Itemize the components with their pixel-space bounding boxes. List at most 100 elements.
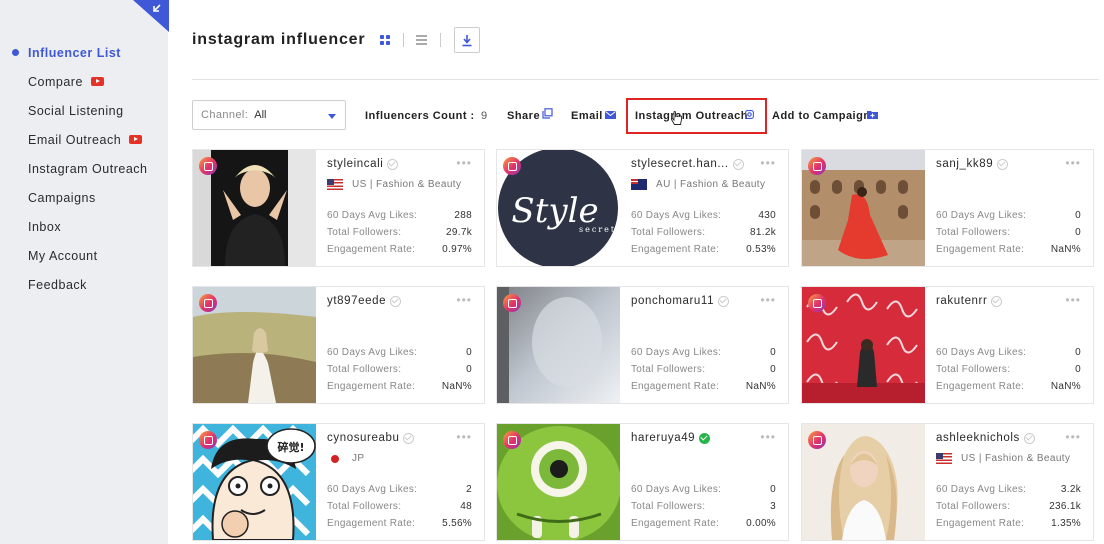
avg-likes-row: 60 Days Avg Likes: 288	[327, 210, 472, 221]
grid-view-icon[interactable]	[380, 35, 390, 45]
engagement-value: 5.56%	[442, 518, 472, 529]
influencer-card[interactable]: ponchomaru11 ••• 60 Days Avg Likes: 0 Total …	[496, 286, 789, 404]
verified-check-icon	[991, 295, 1003, 307]
sidebar-item-label: Inbox	[28, 219, 62, 234]
instagram-icon[interactable]	[745, 110, 754, 119]
flag-au-icon	[631, 179, 647, 190]
more-options-icon[interactable]: •••	[456, 156, 472, 170]
email-button[interactable]: Email	[571, 110, 603, 122]
engagement-row: Engagement Rate: 1.35%	[936, 518, 1081, 529]
sidebar-item-instagram-outreach[interactable]: Instagram Outreach	[0, 154, 168, 183]
followers-label: Total Followers:	[631, 501, 706, 512]
channel-select[interactable]: Channel: All	[192, 100, 346, 130]
influencer-card[interactable]: hareruya49 ••• 60 Days Avg Likes: 0 Total Fo…	[496, 423, 789, 541]
influencer-name[interactable]: cynosureabu	[327, 432, 399, 444]
influencer-name-row: styleincali	[327, 158, 399, 170]
sidebar-item-inbox[interactable]: Inbox	[0, 212, 168, 241]
engagement-row: Engagement Rate: NaN%	[327, 381, 472, 392]
engagement-row: Engagement Rate: NaN%	[631, 381, 776, 392]
influencer-location: AU | Fashion & Beauty	[631, 179, 765, 190]
instagram-badge-icon	[808, 294, 826, 312]
influencer-name[interactable]: ponchomaru11	[631, 295, 714, 307]
sidebar-item-label: Influencer List	[28, 45, 121, 60]
instagram-badge-icon	[199, 294, 217, 312]
influencer-name[interactable]: ashleeknichols	[936, 432, 1020, 444]
influencer-card[interactable]: rakutenrr ••• 60 Days Avg Likes: 0 Total Fol…	[801, 286, 1094, 404]
flag-us-icon	[936, 453, 952, 464]
list-view-icon[interactable]	[416, 35, 427, 45]
influencer-card[interactable]: ashleeknichols ••• US | Fashion & Beauty 60…	[801, 423, 1094, 541]
sidebar-item-my-account[interactable]: My Account	[0, 241, 168, 270]
influencer-name[interactable]: rakutenrr	[936, 295, 987, 307]
influencer-name[interactable]: sanj_kk89	[936, 158, 993, 170]
location-text: US | Fashion & Beauty	[352, 179, 462, 190]
engagement-label: Engagement Rate:	[327, 244, 416, 255]
collapse-arrow-icon[interactable]	[133, 0, 169, 32]
sidebar: Influencer List Compare Social Listening…	[0, 0, 169, 544]
influencer-name-row: rakutenrr	[936, 295, 1003, 307]
more-options-icon[interactable]: •••	[456, 293, 472, 307]
engagement-row: Engagement Rate: 0.53%	[631, 244, 776, 255]
followers-row: Total Followers: 48	[327, 501, 472, 512]
verified-check-icon	[1023, 432, 1035, 444]
copy-icon[interactable]	[542, 108, 553, 119]
engagement-label: Engagement Rate:	[936, 518, 1025, 529]
verified-check-icon	[403, 432, 415, 444]
instagram-outreach-button[interactable]: Instagram Outreach	[635, 110, 748, 122]
influencer-name[interactable]: styleincali	[327, 158, 383, 170]
influencer-name[interactable]: hareruya49	[631, 432, 695, 444]
more-options-icon[interactable]: •••	[760, 430, 776, 444]
engagement-value: 0.00%	[746, 518, 776, 529]
channel-label: Channel:	[201, 109, 249, 121]
sidebar-item-email-outreach[interactable]: Email Outreach	[0, 125, 168, 154]
more-options-icon[interactable]: •••	[456, 430, 472, 444]
verified-check-icon	[387, 158, 399, 170]
influencer-card[interactable]: sanj_kk89 ••• 60 Days Avg Likes: 0 Total Fol…	[801, 149, 1094, 267]
followers-value: 0	[1075, 227, 1081, 238]
avg-likes-value: 0	[1075, 347, 1081, 358]
sidebar-item-social-listening[interactable]: Social Listening	[0, 96, 168, 125]
engagement-value: NaN%	[745, 381, 776, 392]
followers-value: 0	[770, 364, 776, 375]
folder-plus-icon[interactable]	[867, 110, 878, 119]
download-button[interactable]	[454, 27, 480, 53]
sidebar-item-feedback[interactable]: Feedback	[0, 270, 168, 299]
influencer-card[interactable]: Style secret stylesecret.han... ••• AU | Fas…	[496, 149, 789, 267]
influencer-name-row: ponchomaru11	[631, 295, 730, 307]
sidebar-item-influencer-list[interactable]: Influencer List	[0, 38, 168, 67]
more-options-icon[interactable]: •••	[760, 156, 776, 170]
sidebar-item-label: Campaigns	[28, 190, 96, 205]
avg-likes-value: 0	[1075, 210, 1081, 221]
followers-label: Total Followers:	[936, 364, 1011, 375]
influencer-card[interactable]: yt897eede ••• 60 Days Avg Likes: 0 Total Fol…	[192, 286, 485, 404]
more-options-icon[interactable]: •••	[1065, 293, 1081, 307]
more-options-icon[interactable]: •••	[760, 293, 776, 307]
sidebar-item-compare[interactable]: Compare	[0, 67, 168, 96]
verified-check-icon	[997, 158, 1009, 170]
sidebar-item-label: My Account	[28, 248, 98, 263]
influencer-card[interactable]: styleincali ••• US | Fashion & Beauty 60 Da…	[192, 149, 485, 267]
more-options-icon[interactable]: •••	[1065, 156, 1081, 170]
sidebar-item-label: Instagram Outreach	[28, 161, 148, 176]
influencer-name[interactable]: yt897eede	[327, 295, 386, 307]
sidebar-item-campaigns[interactable]: Campaigns	[0, 183, 168, 212]
add-to-campaign-button[interactable]: Add to Campaign	[772, 110, 871, 122]
avg-likes-row: 60 Days Avg Likes: 0	[936, 210, 1081, 221]
influencer-name[interactable]: stylesecret.han...	[631, 158, 729, 170]
youtube-icon[interactable]	[129, 135, 143, 144]
influencer-card[interactable]: 碎觉! cynosureabu ••• JP 60 Days Avg Likes: 2 To…	[192, 423, 485, 541]
share-button[interactable]: Share	[507, 110, 540, 122]
youtube-icon[interactable]	[90, 77, 104, 86]
instagram-badge-icon	[808, 431, 826, 449]
download-icon	[462, 34, 472, 46]
more-options-icon[interactable]: •••	[1065, 430, 1081, 444]
followers-row: Total Followers: 0	[936, 364, 1081, 375]
followers-label: Total Followers:	[936, 501, 1011, 512]
instagram-badge-icon	[808, 157, 826, 175]
mail-icon[interactable]	[605, 111, 616, 119]
influencer-location: JP	[327, 453, 364, 464]
sidebar-item-label: Email Outreach	[28, 132, 122, 147]
followers-value: 29.7k	[446, 227, 472, 238]
engagement-value: NaN%	[1050, 381, 1081, 392]
engagement-row: Engagement Rate: 0.00%	[631, 518, 776, 529]
